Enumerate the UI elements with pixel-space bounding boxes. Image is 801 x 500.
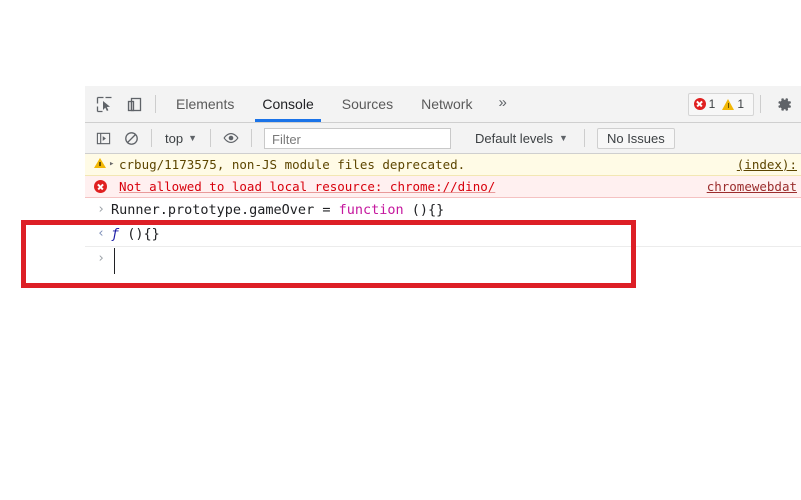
input-code-before: Runner.prototype.gameOver = (111, 202, 339, 218)
prompt-chevron-icon: › (97, 251, 105, 266)
tab-network[interactable]: Network (407, 86, 486, 122)
error-count: 1 (708, 97, 716, 111)
error-circle-icon (693, 98, 706, 110)
console-new-input-line[interactable]: › (85, 247, 801, 274)
live-expression-eye-icon[interactable] (217, 124, 245, 152)
result-chevron-icon: ‹ (97, 226, 105, 241)
console-message-error[interactable]: Not allowed to load local resource: chro… (85, 176, 801, 198)
input-code-after: (){} (403, 202, 445, 218)
disclosure-triangle-icon[interactable]: ▸ (109, 157, 119, 169)
execution-context-selector[interactable]: top ▼ (158, 127, 204, 149)
devtools-tabbar: Elements Console Sources Network » 1 1 (85, 86, 801, 123)
tab-elements[interactable]: Elements (162, 86, 248, 122)
message-text: crbug/1173575, non-JS module files depre… (119, 157, 466, 172)
warning-triangle-icon (722, 98, 735, 110)
warning-count: 1 (737, 97, 744, 111)
issues-counter[interactable]: 1 1 (687, 92, 754, 116)
gear-icon[interactable] (767, 86, 801, 122)
log-levels-label: Default levels (475, 130, 554, 146)
tabbar-divider-2 (760, 95, 761, 113)
result-function-tail: (){} (119, 226, 160, 242)
more-tabs-chevron-icon[interactable]: » (486, 86, 518, 122)
chevron-down-icon: ▼ (559, 132, 568, 143)
tab-sources[interactable]: Sources (328, 86, 407, 122)
console-toolbar: top ▼ Filter Default levels ▼ No Issues (85, 123, 801, 154)
console-input-line[interactable]: › Runner.prototype.gameOver = function (… (85, 198, 801, 222)
text-cursor (114, 248, 115, 274)
message-source-link[interactable]: (index): (737, 157, 801, 172)
message-text: Not allowed to load local resource: chro… (119, 179, 496, 194)
tab-console[interactable]: Console (248, 86, 327, 122)
log-levels-selector[interactable]: Default levels ▼ (465, 131, 578, 146)
execution-context-label: top (165, 130, 184, 146)
console-toolbar-divider-4 (583, 129, 585, 147)
message-source-link[interactable]: chromewebdat (707, 179, 801, 194)
device-toolbar-icon[interactable] (119, 86, 149, 122)
warning-triangle-icon (91, 157, 109, 168)
filter-input[interactable]: Filter (264, 127, 451, 149)
console-result-line[interactable]: ‹ ƒ (){} (85, 222, 801, 247)
inspect-element-icon[interactable] (89, 86, 119, 122)
clear-console-icon[interactable] (117, 124, 145, 152)
console-sidebar-icon[interactable] (89, 124, 117, 152)
no-issues-button[interactable]: No Issues (596, 127, 675, 149)
prompt-chevron-icon: › (97, 202, 105, 217)
error-circle-icon (91, 179, 109, 193)
tabbar-divider (155, 95, 156, 113)
console-toolbar-divider-1 (151, 129, 152, 147)
input-keyword-function: function (338, 202, 404, 218)
console-message-warning[interactable]: ▸ crbug/1173575, non-JS module files dep… (85, 154, 801, 176)
result-function-glyph: ƒ (111, 226, 120, 242)
console-toolbar-divider-2 (210, 129, 211, 147)
devtools-panel: Elements Console Sources Network » 1 1 t… (85, 86, 801, 292)
console-toolbar-divider-3 (251, 129, 252, 147)
chevron-down-icon: ▼ (188, 132, 197, 143)
